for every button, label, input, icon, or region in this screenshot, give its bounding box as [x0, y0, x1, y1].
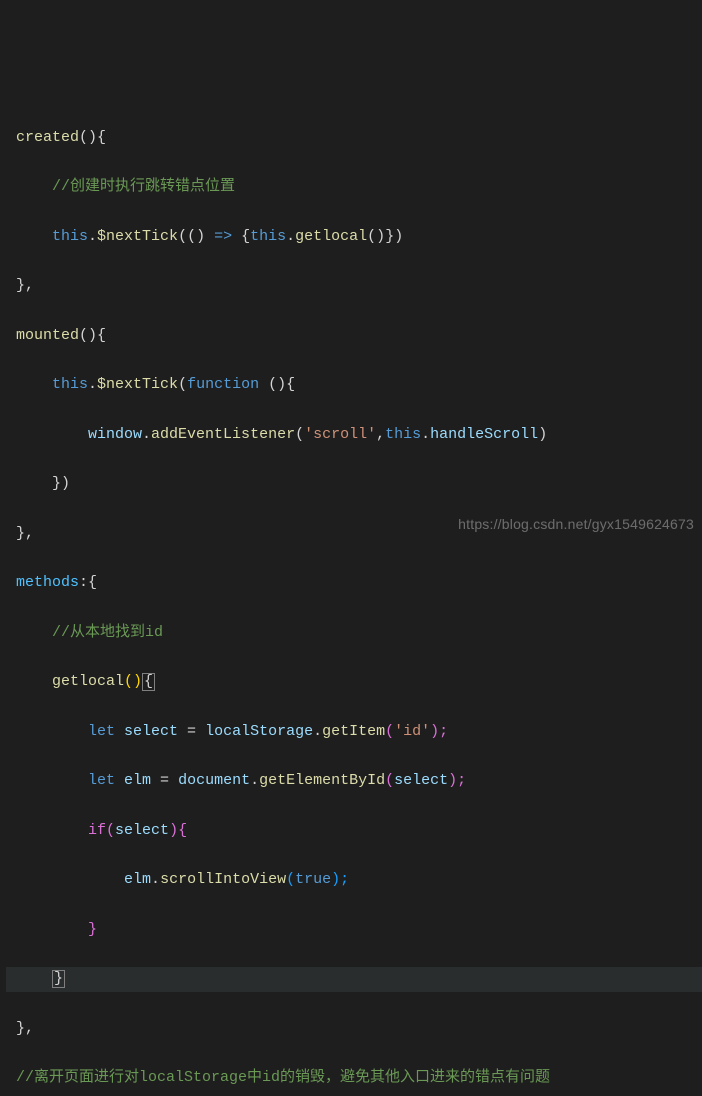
code-line: //创建时执行跳转错点位置 [6, 175, 702, 200]
cursor-bracket-icon: } [52, 970, 65, 988]
code-line: }) [6, 472, 702, 497]
fn-created: created [16, 129, 79, 146]
code-line: }, [6, 274, 702, 299]
comment: //离开页面进行对localStorage中id的销毁，避免其他入口进来的错点有… [16, 1069, 550, 1086]
code-line: let select = localStorage.getItem('id'); [6, 720, 702, 745]
fn-getlocal: getlocal [52, 673, 124, 690]
code-line: mounted(){ [6, 324, 702, 349]
code-line: if(select){ [6, 819, 702, 844]
code-line: methods:{ [6, 571, 702, 596]
code-line: this.$nextTick(() => {this.getlocal()}) [6, 225, 702, 250]
code-line: created(){ [6, 126, 702, 151]
code-line: } [6, 918, 702, 943]
code-line: //离开页面进行对localStorage中id的销毁，避免其他入口进来的错点有… [6, 1066, 702, 1091]
code-line: let elm = document.getElementById(select… [6, 769, 702, 794]
code-line: this.$nextTick(function (){ [6, 373, 702, 398]
code-line: }, [6, 1017, 702, 1042]
cursor-bracket-icon: { [142, 673, 155, 691]
fn-mounted: mounted [16, 327, 79, 344]
prop-methods: methods [16, 574, 79, 591]
code-block: created(){ //创建时执行跳转错点位置 this.$nextTick(… [0, 99, 702, 1096]
code-line: getlocal(){ [6, 670, 702, 695]
code-line: //从本地找到id [6, 621, 702, 646]
comment: //从本地找到id [52, 624, 163, 641]
code-line-highlight: } [6, 967, 702, 992]
code-line: elm.scrollIntoView(true); [6, 868, 702, 893]
watermark-text: https://blog.csdn.net/gyx1549624673 [458, 513, 694, 536]
comment: //创建时执行跳转错点位置 [52, 178, 235, 195]
code-line: window.addEventListener('scroll',this.ha… [6, 423, 702, 448]
